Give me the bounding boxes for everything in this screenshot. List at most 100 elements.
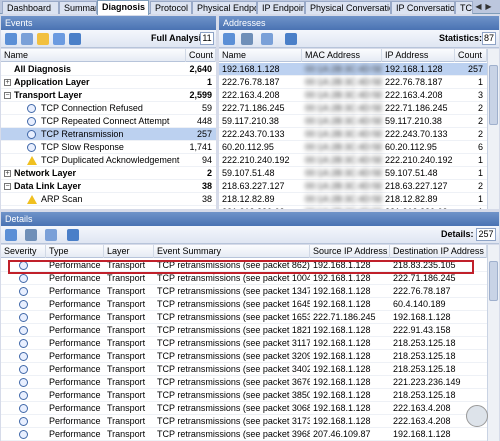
event-name: Application Layer (14, 77, 90, 87)
address-row[interactable]: 222.210.240.192 00:1A:2B:3C:4D:5E 222.210.… (219, 154, 487, 167)
col-name-header[interactable]: Name (219, 49, 302, 62)
events-grid: Name Count All Diagnosis 2,640 + Applicati… (1, 49, 216, 209)
tab-ip-endpoint[interactable]: IP Endpoint (257, 1, 305, 14)
detail-row[interactable]: Performance Transport TCP retransmissions … (1, 285, 487, 298)
expand-icon[interactable]: + (4, 79, 11, 86)
expand-icon[interactable]: + (4, 170, 11, 177)
col-destination-ip-header[interactable]: Destination IP Address (390, 245, 487, 258)
col-count-header[interactable]: Count (186, 49, 216, 62)
event-row[interactable]: TCP Connection Refused 59 (1, 102, 216, 115)
tab-physical-conversation[interactable]: Physical Conversation (305, 1, 391, 14)
magnifier-icon[interactable] (466, 405, 488, 427)
col-ip-header[interactable]: IP Address (382, 49, 455, 62)
address-row[interactable]: 60.20.112.95 00:1A:2B:3C:4D:5E 60.20.112.9… (219, 141, 487, 154)
export-icon[interactable] (223, 33, 235, 45)
address-count: 3 (477, 90, 483, 100)
mac-address-blurred: 00:1A:2B:3C:4D:5E (305, 142, 382, 152)
detail-source-ip: 192.168.1.128 (313, 416, 371, 426)
col-layer-header[interactable]: Layer (104, 245, 154, 258)
tab-diagnosis[interactable]: Diagnosis× (97, 0, 149, 15)
detail-row[interactable]: Performance Transport TCP retransmissions … (1, 337, 487, 350)
event-row[interactable]: + Network Layer 2 (1, 167, 216, 180)
tab-protocol[interactable]: Protocol (150, 1, 192, 14)
tab-physical-endpoint[interactable]: Physical Endpoint (192, 1, 257, 14)
detail-row[interactable]: Performance Transport TCP retransmissions … (1, 363, 487, 376)
address-row-selected[interactable]: 192.168.1.128 00:1A:2B:3C:4D:5E 192.168.1.… (219, 63, 487, 76)
ip-address: 60.20.112.95 (385, 142, 437, 152)
collapse-icon[interactable]: − (4, 183, 11, 190)
event-row[interactable]: TCP Repeated Connect Attempt 448 (1, 115, 216, 128)
address-count: 2 (477, 181, 483, 191)
collapse-icon[interactable]: − (4, 92, 11, 99)
col-severity-header[interactable]: Severity (1, 245, 46, 258)
detail-row[interactable]: Performance Transport TCP retransmissions … (1, 376, 487, 389)
settings-icon[interactable] (37, 33, 49, 45)
detail-destination-ip: 221.223.236.149 (393, 377, 461, 387)
export-icon[interactable] (21, 33, 33, 45)
details-scrollbar[interactable] (487, 245, 499, 441)
address-row[interactable]: 222.76.78.187 00:1A:2B:3C:4D:5E 222.76.78.… (219, 76, 487, 89)
col-type-header[interactable]: Type (46, 245, 104, 258)
export-icon[interactable] (5, 229, 17, 241)
col-name-header[interactable]: Name (1, 49, 186, 62)
detail-row[interactable]: Performance Transport TCP retransmissions … (1, 298, 487, 311)
address-row[interactable]: 218.12.82.89 00:1A:2B:3C:4D:5E 218.12.82.8… (219, 193, 487, 206)
event-count: 38 (201, 194, 212, 204)
detail-row[interactable]: Performance Transport TCP retransmissions … (1, 311, 487, 324)
detail-row[interactable]: Performance Transport TCP retransmissions … (1, 350, 487, 363)
scrollbar-thumb[interactable] (489, 261, 498, 301)
info-icon (19, 274, 28, 283)
sync-icon[interactable] (69, 33, 81, 45)
scrollbar-thumb[interactable] (489, 65, 498, 125)
view-options-icon[interactable] (261, 33, 273, 45)
event-name: Transport Layer (14, 90, 83, 100)
event-row[interactable]: All Diagnosis 2,640 (1, 63, 216, 76)
tab-tcp[interactable]: TCP (455, 1, 473, 14)
event-row[interactable]: ARP Scan 38 (1, 193, 216, 206)
filter-icon[interactable] (25, 229, 37, 241)
view-options-icon[interactable] (45, 229, 57, 241)
address-row[interactable]: 59.107.51.48 00:1A:2B:3C:4D:5E 59.107.51.4… (219, 167, 487, 180)
statistics-count: 87 (482, 32, 496, 45)
col-source-ip-header[interactable]: Source IP Address (310, 245, 390, 258)
detail-type: Performance (49, 390, 101, 400)
tab-ip-conversation[interactable]: IP Conversation (391, 1, 455, 14)
event-row[interactable]: TCP Duplicated Acknowledgement 94 (1, 154, 216, 167)
detail-source-ip: 192.168.1.128 (313, 364, 371, 374)
event-row[interactable]: − Data Link Layer 38 (1, 180, 216, 193)
address-row[interactable]: 222.163.4.208 00:1A:2B:3C:4D:5E 222.163.4.… (219, 89, 487, 102)
addresses-scrollbar[interactable] (487, 49, 499, 209)
sync-icon[interactable] (67, 229, 79, 241)
detail-row[interactable]: Performance Transport TCP retransmissions … (1, 324, 487, 337)
detail-row[interactable]: Performance Transport TCP retransmissions … (1, 402, 487, 415)
address-row[interactable]: 218.63.227.127 00:1A:2B:3C:4D:5E 218.63.22… (219, 180, 487, 193)
col-mac-header[interactable]: MAC Address (302, 49, 382, 62)
detail-row[interactable]: Performance Transport TCP retransmissions … (1, 428, 487, 441)
scroll-tabs-left-icon[interactable]: ◀ (474, 2, 483, 12)
event-name: Network Layer (14, 168, 77, 178)
event-row[interactable]: TCP Slow Response 1,741 (1, 141, 216, 154)
detail-row[interactable]: Performance Transport TCP retransmissions … (1, 389, 487, 402)
ip-address: 192.168.1.128 (385, 64, 443, 74)
event-row[interactable]: − Transport Layer 2,599 (1, 89, 216, 102)
col-count-header[interactable]: Count (455, 49, 487, 62)
filter-icon[interactable] (53, 33, 65, 45)
refresh-icon[interactable] (5, 33, 17, 45)
detail-row[interactable]: Performance Transport TCP retransmissions … (1, 415, 487, 428)
close-tab-icon[interactable]: × (148, 2, 149, 12)
sync-icon[interactable] (285, 33, 297, 45)
detail-layer: Transport (107, 364, 146, 374)
address-row[interactable]: 221.212.230.6200:1A:2B:3C:4D:5E221.212.2… (219, 206, 487, 209)
event-row[interactable]: + Application Layer 1 (1, 76, 216, 89)
tab-summary[interactable]: Summary (59, 1, 97, 14)
detail-type: Performance (49, 364, 101, 374)
event-row-selected[interactable]: TCP Retransmission 257 (1, 128, 216, 141)
filter-icon[interactable] (241, 33, 253, 45)
address-row[interactable]: 222.71.186.245 00:1A:2B:3C:4D:5E 222.71.18… (219, 102, 487, 115)
address-row[interactable]: 59.117.210.38 00:1A:2B:3C:4D:5E 59.117.210… (219, 115, 487, 128)
scroll-tabs-right-icon[interactable]: ▶ (484, 2, 493, 12)
address-count: 2 (477, 129, 483, 139)
address-row[interactable]: 222.243.70.133 00:1A:2B:3C:4D:5E 222.243.7… (219, 128, 487, 141)
col-summary-header[interactable]: Event Summary (154, 245, 310, 258)
tab-dashboard[interactable]: Dashboard (2, 1, 59, 14)
